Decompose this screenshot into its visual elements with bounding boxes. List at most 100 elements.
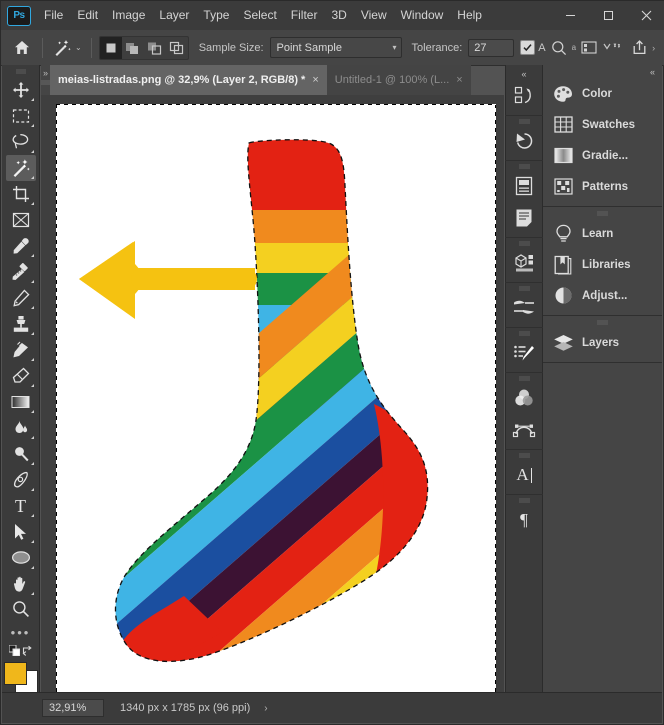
close-icon[interactable]: ×	[456, 74, 462, 86]
panel-item-learn[interactable]: Learn	[543, 218, 662, 249]
panel-item-layers[interactable]: Layers	[543, 327, 662, 358]
chevron-right-icon[interactable]: »	[43, 69, 48, 78]
spot-healing-brush-tool[interactable]	[6, 259, 36, 285]
select-subject-button[interactable]	[602, 37, 626, 59]
brush-presets-panel-icon[interactable]	[507, 337, 541, 369]
flyout-triangle-icon[interactable]	[30, 253, 34, 257]
group-grip[interactable]	[518, 498, 530, 503]
3d-panel-icon[interactable]	[507, 247, 541, 279]
flyout-triangle-icon[interactable]	[30, 409, 34, 413]
menu-select[interactable]: Select	[236, 1, 283, 30]
rectangular-marquee-tool[interactable]	[6, 103, 36, 129]
close-icon[interactable]: ×	[312, 74, 318, 86]
pen-tool[interactable]	[6, 467, 36, 493]
menu-window[interactable]: Window	[394, 1, 451, 30]
panel-item-color[interactable]: Color	[543, 78, 662, 109]
frame-tool[interactable]	[6, 207, 36, 233]
flyout-triangle-icon[interactable]	[30, 279, 34, 283]
ellipse-tool[interactable]	[6, 545, 36, 571]
tool-preset-picker[interactable]: ⌄	[50, 38, 84, 58]
document-canvas-area[interactable]	[41, 95, 504, 693]
blur-tool[interactable]	[6, 415, 36, 441]
anti-alias-checkbox[interactable]	[520, 40, 536, 55]
close-button[interactable]	[627, 1, 664, 30]
intersect-with-selection-button[interactable]	[166, 37, 188, 59]
overflow-indicator[interactable]: ›	[652, 43, 655, 53]
collapse-panels-button[interactable]: «	[543, 65, 662, 78]
properties-panel-icon[interactable]	[507, 170, 541, 202]
gradient-tool[interactable]	[6, 389, 36, 415]
tolerance-input[interactable]: 27	[468, 38, 515, 57]
sample-all-layers-button[interactable]	[579, 37, 599, 59]
status-info-chevron-icon[interactable]: ›	[264, 703, 267, 714]
eraser-tool[interactable]	[6, 363, 36, 389]
move-tool[interactable]	[6, 77, 36, 103]
maximize-button[interactable]	[589, 1, 627, 30]
menu-file[interactable]: File	[37, 1, 70, 30]
menu-3d[interactable]: 3D	[324, 1, 353, 30]
minimize-button[interactable]	[551, 1, 589, 30]
flyout-triangle-icon[interactable]	[30, 305, 34, 309]
panel-item-patterns[interactable]: Patterns	[543, 171, 662, 202]
more-tools-button[interactable]: •••	[6, 622, 36, 641]
flyout-triangle-icon[interactable]	[30, 331, 34, 335]
subtract-from-selection-button[interactable]	[144, 37, 166, 59]
path-selection-tool[interactable]	[6, 519, 36, 545]
flyout-triangle-icon[interactable]	[30, 513, 34, 517]
history-brush-tool[interactable]	[6, 337, 36, 363]
group-grip[interactable]	[518, 241, 530, 246]
panel-item-adjustments[interactable]: Adjust...	[543, 280, 662, 311]
group-grip[interactable]	[518, 119, 530, 124]
group-grip[interactable]	[518, 286, 530, 291]
chevron-down-icon[interactable]: ⌄	[75, 43, 82, 52]
collapse-icon-strip-button[interactable]: «	[505, 67, 543, 80]
menu-edit[interactable]: Edit	[70, 1, 105, 30]
actions-panel-icon[interactable]	[507, 80, 541, 112]
flyout-triangle-icon[interactable]	[30, 461, 34, 465]
flyout-triangle-icon[interactable]	[30, 591, 34, 595]
foreground-color-swatch[interactable]	[3, 662, 27, 686]
dodge-tool[interactable]	[6, 441, 36, 467]
swap-colors-icon[interactable]	[22, 645, 33, 656]
hand-tool[interactable]	[6, 571, 36, 597]
panel-item-gradients[interactable]: Gradie...	[543, 140, 662, 171]
menu-image[interactable]: Image	[105, 1, 152, 30]
add-to-selection-button[interactable]	[122, 37, 144, 59]
paragraph-panel-icon[interactable]: ¶	[507, 504, 541, 536]
crop-tool[interactable]	[6, 181, 36, 207]
history-panel-icon[interactable]	[507, 125, 541, 157]
notes-panel-icon[interactable]	[507, 202, 541, 234]
flyout-triangle-icon[interactable]	[30, 175, 34, 179]
brush-tool[interactable]	[6, 285, 36, 311]
flyout-triangle-icon[interactable]	[30, 383, 34, 387]
flyout-triangle-icon[interactable]	[30, 123, 34, 127]
new-selection-button[interactable]	[99, 36, 122, 59]
zoom-tool[interactable]	[6, 597, 36, 623]
eyedropper-tool[interactable]	[6, 233, 36, 259]
flyout-triangle-icon[interactable]	[30, 357, 34, 361]
flyout-triangle-icon[interactable]	[30, 565, 34, 569]
menu-filter[interactable]: Filter	[284, 1, 325, 30]
clone-stamp-tool[interactable]	[6, 311, 36, 337]
magic-wand-tool[interactable]	[5, 154, 36, 181]
flyout-triangle-icon[interactable]	[30, 435, 34, 439]
menu-type[interactable]: Type	[196, 1, 236, 30]
share-button[interactable]	[629, 37, 649, 59]
panel-item-libraries[interactable]: Libraries	[543, 249, 662, 280]
default-colors-icon[interactable]	[8, 644, 20, 657]
sample-size-dropdown[interactable]: Point Sample ▾	[269, 37, 402, 58]
tab-bar-grip[interactable]: »	[41, 65, 50, 95]
menu-layer[interactable]: Layer	[152, 1, 196, 30]
panel-group-grip[interactable]	[597, 320, 608, 325]
flyout-triangle-icon[interactable]	[30, 97, 34, 101]
brush-settings-panel-icon[interactable]	[507, 292, 541, 324]
group-grip[interactable]	[518, 453, 530, 458]
document-tab-active[interactable]: meias-listradas.png @ 32,9% (Layer 2, RG…	[50, 65, 327, 95]
flyout-triangle-icon[interactable]	[30, 539, 34, 543]
group-grip[interactable]	[518, 164, 530, 169]
menu-view[interactable]: View	[354, 1, 394, 30]
contiguous-button[interactable]	[549, 37, 569, 59]
flyout-triangle-icon[interactable]	[30, 201, 34, 205]
menu-help[interactable]: Help	[450, 1, 489, 30]
group-grip[interactable]	[518, 331, 530, 336]
